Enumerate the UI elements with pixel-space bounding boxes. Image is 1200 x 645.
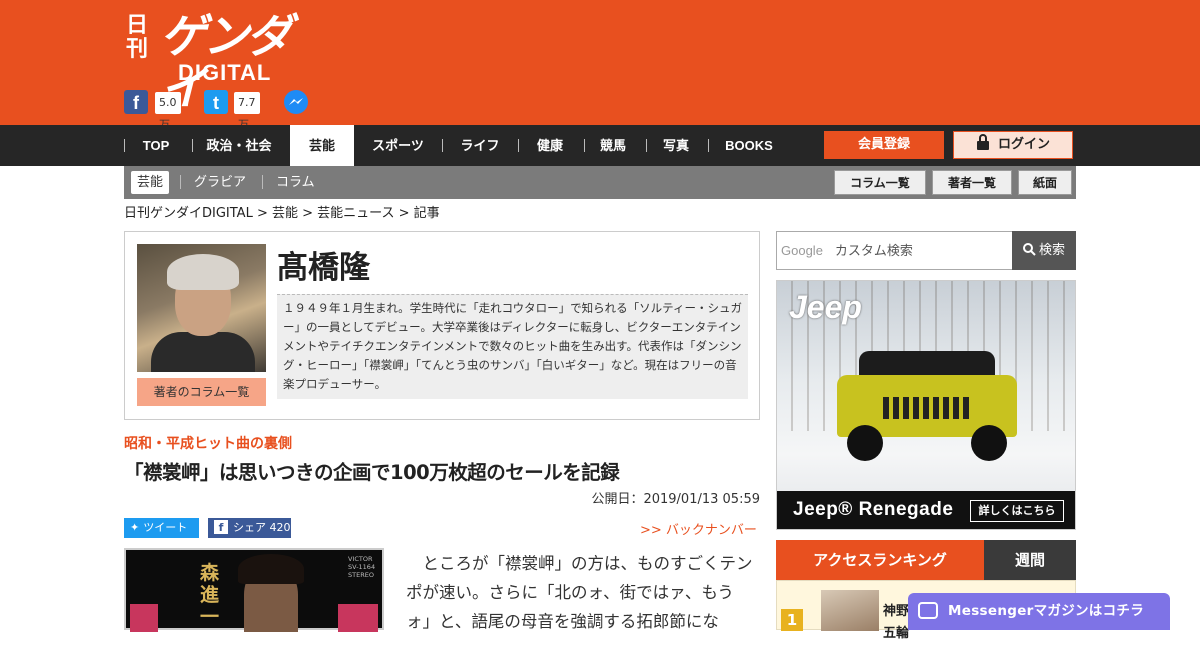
google-label: Google	[781, 243, 823, 258]
facebook-count: 5.0万	[155, 92, 181, 131]
rank-number: 1	[781, 609, 803, 631]
share-label: シェア 420	[233, 521, 291, 534]
article-body: ところが「襟裳岬」の方は、ものすごくテンポが速い。さらに「北のォ、街ではァ、もう…	[406, 554, 753, 631]
nav-horse-racing[interactable]: 競馬	[588, 125, 638, 166]
sub-nav: 芸能 グラビア コラム コラム一覧 著者一覧 紙面	[124, 166, 1076, 199]
lock-icon	[976, 134, 989, 150]
facebook-icon[interactable]: f	[124, 90, 148, 114]
search-button[interactable]: 検索	[1012, 231, 1076, 270]
nav-top[interactable]: TOP	[132, 125, 180, 166]
facebook-icon: f	[214, 520, 228, 534]
ranking-period-tab[interactable]: 週間	[984, 540, 1076, 580]
author-columns-button[interactable]: 著者のコラム一覧	[137, 378, 266, 406]
subnav-column[interactable]: コラム	[270, 171, 321, 194]
twitter-icon[interactable]: t	[204, 90, 228, 114]
tweet-button[interactable]: ✦ ツイート	[124, 518, 199, 538]
ranking-title: アクセスランキング	[776, 540, 984, 580]
record-artist: 森進一	[200, 562, 220, 628]
tweet-label: ツイート	[143, 521, 188, 534]
breadcrumb[interactable]: 日刊ゲンダイDIGITAL > 芸能 > 芸能ニュース > 記事	[124, 205, 440, 223]
author-photo	[137, 244, 266, 372]
search-icon	[1022, 243, 1036, 256]
logo-sub: DIGITAL	[178, 60, 272, 85]
ad-brand-logo: Jeep	[789, 289, 862, 325]
search-input[interactable]: Google カスタム検索	[776, 231, 1013, 270]
nav-politics[interactable]: 政治・社会	[196, 125, 282, 166]
chat-icon	[918, 602, 938, 619]
author-bio: １９４９年１月生まれ。学生時代に「走れコウタロー」で知られる「ソルティー・シュガ…	[277, 294, 748, 399]
logo-kanji: 日刊	[126, 13, 149, 62]
nav-sports[interactable]: スポーツ	[362, 125, 434, 166]
column-list-button[interactable]: コラム一覧	[834, 170, 926, 195]
subnav-gravure[interactable]: グラビア	[188, 171, 252, 194]
nav-health[interactable]: 健康	[524, 125, 576, 166]
register-button[interactable]: 会員登録	[824, 131, 944, 159]
nav-life[interactable]: ライフ	[448, 125, 512, 166]
twitter-count: 7.7万	[234, 92, 260, 131]
author-list-button[interactable]: 著者一覧	[932, 170, 1012, 195]
site-logo[interactable]: 日刊 ゲンダイ DIGITAL	[126, 10, 306, 114]
record-jacket-image: 森進一 VICTOR SV-1164 STEREO	[124, 548, 384, 632]
paper-button[interactable]: 紙面	[1018, 170, 1072, 195]
publish-date: 公開日：2019/01/13 05:59	[591, 492, 760, 507]
messenger-icon[interactable]	[284, 90, 308, 114]
author-name: 髙橋隆	[277, 250, 370, 286]
messenger-label: Messengerマガジンはコチラ	[948, 603, 1145, 619]
nav-photo[interactable]: 写真	[652, 125, 700, 166]
twitter-icon: ✦	[130, 521, 140, 534]
subnav-entertainment[interactable]: 芸能	[131, 171, 170, 194]
ad-car-image	[837, 351, 1017, 461]
share-button[interactable]: f シェア 420	[208, 518, 291, 538]
messenger-magazine-button[interactable]: Messengerマガジンはコチラ	[908, 593, 1170, 630]
search-placeholder: カスタム検索	[834, 244, 913, 259]
search-button-label: 検索	[1038, 243, 1065, 258]
login-button[interactable]: ログイン	[953, 131, 1073, 159]
nav-entertainment[interactable]: 芸能	[290, 125, 354, 166]
rank-thumbnail	[821, 590, 879, 631]
article-title: 「襟裳岬」は思いつきの企画で100万枚超のセールを記録	[124, 461, 620, 484]
series-title[interactable]: 昭和・平成ヒット曲の裏側	[124, 433, 292, 453]
site-header: 日刊 ゲンダイ DIGITAL f 5.0万 t 7.7万	[0, 0, 1200, 131]
ad-model: Jeep® Renegade	[793, 499, 954, 520]
ad-cta-button[interactable]: 詳しくはこちら	[970, 500, 1064, 522]
nav-books[interactable]: BOOKS	[716, 125, 782, 166]
rank-headline: 神野 五輪	[883, 604, 910, 641]
backnumber-link[interactable]: >> バックナンバー	[640, 519, 757, 538]
jeep-ad[interactable]: Jeep Jeep® Renegade 詳しくはこちら	[776, 280, 1076, 530]
author-box: 著者のコラム一覧 髙橋隆 １９４９年１月生まれ。学生時代に「走れコウタロー」で知…	[124, 231, 760, 420]
record-label: VICTOR SV-1164 STEREO	[348, 555, 376, 579]
login-label: ログイン	[997, 137, 1050, 152]
